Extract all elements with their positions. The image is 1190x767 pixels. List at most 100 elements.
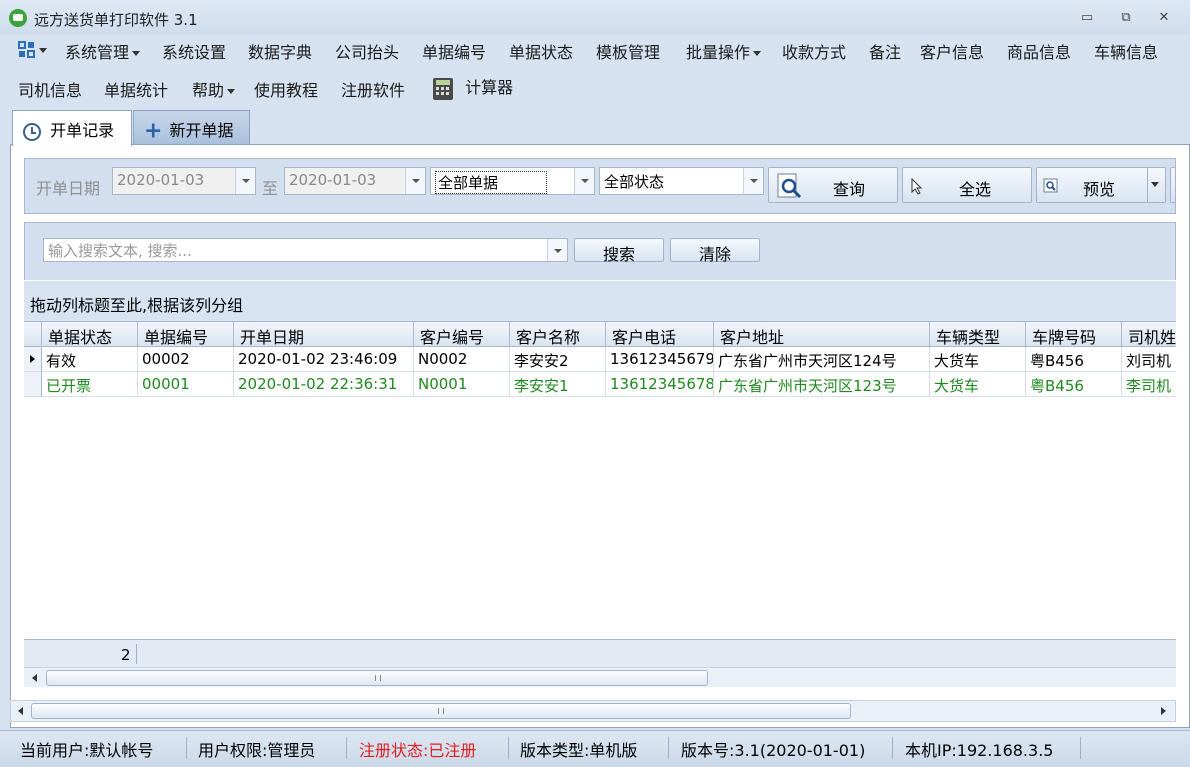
status-permission: 用户权限:管理员 [198, 741, 316, 760]
minimize-button[interactable]: ▭ [1076, 8, 1098, 28]
preview-button[interactable]: 预览 [1036, 167, 1166, 203]
menu-template-management[interactable]: 模板管理 [596, 39, 660, 63]
menu-document-status[interactable]: 单据状态 [509, 39, 573, 63]
history-icon [23, 122, 41, 141]
panel-horizontal-scrollbar[interactable] [10, 700, 1176, 722]
column-header-vehicle-type[interactable]: 车辆类型 [930, 322, 1026, 347]
menu-grid-icon[interactable] [18, 40, 48, 62]
menu-vehicle-info[interactable]: 车辆信息 [1094, 39, 1158, 63]
calculator-icon [433, 77, 453, 100]
date-label: 开单日期 [36, 179, 101, 198]
chevron-down-icon[interactable] [235, 168, 255, 194]
table-cell[interactable]: 粤B456 [1026, 372, 1122, 397]
menu-batch-operations[interactable]: 批量操作 [686, 39, 762, 63]
menu-document-number[interactable]: 单据编号 [422, 39, 486, 63]
table-cell[interactable]: 刘司机 [1122, 347, 1176, 372]
table-cell[interactable]: 有效 [42, 347, 138, 372]
menu-system-settings[interactable]: 系统设置 [162, 39, 226, 63]
menu-product-info[interactable]: 商品信息 [1007, 39, 1071, 63]
to-label: 至 [262, 179, 279, 198]
search-input[interactable]: 输入搜索文本, 搜索... [43, 238, 568, 262]
window-title: 远方送货单打印软件 3.1 [34, 11, 198, 29]
menu-customer-info[interactable]: 客户信息 [920, 39, 984, 63]
column-header-address[interactable]: 客户地址 [714, 322, 930, 347]
menu-document-stats[interactable]: 单据统计 [104, 77, 168, 101]
chevron-down-icon [753, 51, 762, 56]
date-to-field[interactable]: 2020-01-03 [284, 167, 426, 195]
column-header-phone[interactable]: 客户电话 [606, 322, 714, 347]
status-edition: 版本类型:单机版 [520, 741, 638, 760]
table-cell[interactable]: 广东省广州市天河区124号 [714, 347, 930, 372]
scroll-left-icon[interactable] [18, 707, 23, 715]
table-cell[interactable]: 00002 [138, 347, 234, 372]
group-hint: 拖动列标题至此,根据该列分组 [30, 296, 244, 315]
chevron-down-icon[interactable] [574, 168, 594, 194]
table-cell[interactable]: 2020-01-02 23:46:09 [234, 347, 414, 372]
row-indicator[interactable] [24, 372, 42, 397]
chevron-down-icon[interactable] [743, 168, 763, 194]
chevron-down-icon[interactable] [547, 239, 567, 261]
scroll-right-icon[interactable] [1161, 707, 1166, 715]
grid-horizontal-scrollbar[interactable] [24, 667, 1176, 687]
plus-icon: + [144, 118, 163, 144]
scroll-left-icon[interactable] [32, 674, 37, 682]
menu-help[interactable]: 帮助 [192, 77, 236, 101]
menu-company-header[interactable]: 公司抬头 [335, 39, 399, 63]
status-version: 版本号:3.1(2020-01-01) [681, 741, 866, 760]
column-header-date[interactable]: 开单日期 [234, 322, 414, 347]
table-cell[interactable]: 已开票 [42, 372, 138, 397]
column-header-status[interactable]: 单据状态 [42, 322, 138, 347]
row-count: 2 [121, 646, 131, 664]
document-type-select[interactable]: 全部单据 [430, 167, 595, 195]
scroll-thumb[interactable] [31, 703, 851, 719]
menu-data-dictionary[interactable]: 数据字典 [248, 39, 312, 63]
tab-records[interactable]: 开单记录 [12, 110, 132, 146]
table-cell[interactable]: N0002 [414, 347, 510, 372]
column-header-customer-no[interactable]: 客户编号 [414, 322, 510, 347]
select-all-button[interactable]: 全选 [902, 167, 1032, 203]
date-from-field[interactable]: 2020-01-03 [112, 167, 256, 195]
column-header-number[interactable]: 单据编号 [138, 322, 234, 347]
table-cell[interactable]: 李司机 [1122, 372, 1176, 397]
close-button[interactable]: ✕ [1153, 8, 1175, 28]
table-cell[interactable]: 广东省广州市天河区123号 [714, 372, 930, 397]
table-cell[interactable]: 13612345678 [606, 372, 714, 397]
chevron-down-icon[interactable] [405, 168, 425, 194]
search-document-icon [777, 173, 802, 199]
more-button[interactable] [1170, 167, 1176, 203]
scroll-thumb[interactable] [46, 670, 708, 686]
column-header-driver[interactable]: 司机姓 [1122, 322, 1176, 347]
table-cell[interactable]: 2020-01-02 22:36:31 [234, 372, 414, 397]
search-button[interactable]: 搜索 [574, 238, 664, 264]
chevron-down-icon[interactable] [1147, 168, 1166, 202]
menu-notes[interactable]: 备注 [869, 39, 901, 63]
magnifier-icon [1043, 178, 1058, 193]
menu-system-management[interactable]: 系统管理 [65, 39, 141, 63]
menu-register[interactable]: 注册软件 [341, 77, 405, 101]
restore-button[interactable]: ⧉ [1115, 8, 1137, 28]
table-cell[interactable]: 李安安2 [510, 347, 606, 372]
grid-footer: 2 [24, 639, 1176, 667]
grid-icon [18, 41, 47, 58]
table-cell[interactable]: N0001 [414, 372, 510, 397]
table-cell[interactable]: 大货车 [930, 347, 1026, 372]
clear-button[interactable]: 清除 [670, 238, 760, 264]
table-cell[interactable]: 13612345679 [606, 347, 714, 372]
table-cell[interactable]: 大货车 [930, 372, 1026, 397]
query-button[interactable]: 查询 [768, 167, 898, 203]
table-cell[interactable]: 李安安1 [510, 372, 606, 397]
table-cell[interactable]: 粤B456 [1026, 347, 1122, 372]
column-header-customer-name[interactable]: 客户名称 [510, 322, 606, 347]
menu-driver-info[interactable]: 司机信息 [18, 77, 82, 101]
column-header-plate[interactable]: 车牌号码 [1026, 322, 1122, 347]
status-select[interactable]: 全部状态 [599, 167, 764, 195]
title-bar: 远方送货单打印软件 3.1 ▭ ⧉ ✕ [0, 0, 1190, 34]
status-register: 注册状态:已注册 [359, 741, 477, 760]
menu-calculator[interactable]: 计算器 [432, 74, 513, 101]
records-grid: 单据状态 单据编号 开单日期 客户编号 客户名称 客户电话 客户地址 车辆类型 … [24, 321, 1176, 639]
tab-new-document[interactable]: + 新开单据 [133, 110, 250, 144]
row-indicator[interactable] [24, 347, 42, 372]
table-cell[interactable]: 00001 [138, 372, 234, 397]
menu-payment-method[interactable]: 收款方式 [782, 39, 846, 63]
menu-tutorial[interactable]: 使用教程 [254, 77, 318, 101]
